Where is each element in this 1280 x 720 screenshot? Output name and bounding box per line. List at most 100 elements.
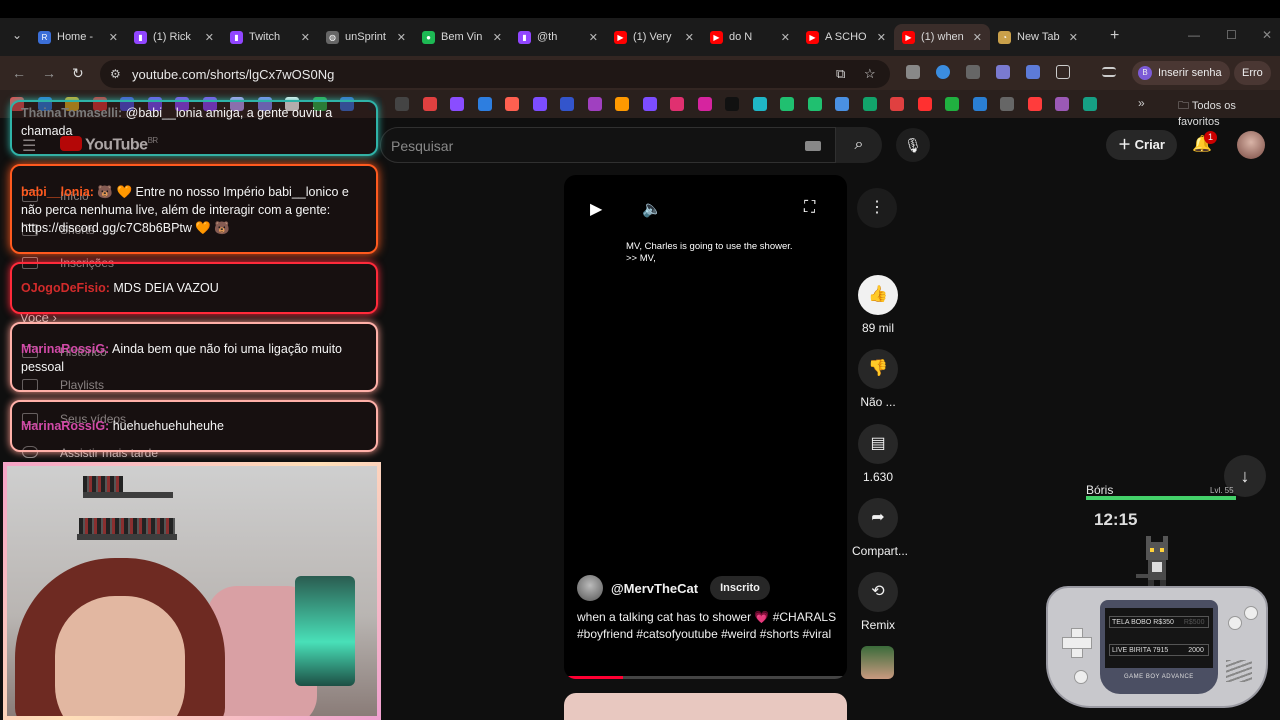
tab[interactable]: ◍ unSprint ✕ bbox=[318, 24, 414, 50]
extension-icon[interactable] bbox=[906, 65, 920, 79]
url-text[interactable]: youtube.com/shorts/lgCx7wOS0Ng bbox=[132, 67, 334, 82]
progress-bar[interactable] bbox=[564, 676, 847, 679]
search-box[interactable]: Pesquisar bbox=[380, 127, 836, 163]
error-button[interactable]: Erro bbox=[1234, 61, 1271, 85]
bookmark-favicon-icon[interactable] bbox=[477, 97, 492, 111]
channel-avatar[interactable] bbox=[577, 575, 603, 601]
close-tab-icon[interactable]: ✕ bbox=[973, 31, 982, 44]
share-action[interactable]: ➦ Compart... bbox=[852, 498, 908, 558]
thumbs-up-icon[interactable]: 👍 bbox=[858, 275, 898, 315]
subscribed-button[interactable]: Inscrito bbox=[710, 576, 770, 600]
search-input[interactable]: Pesquisar bbox=[391, 138, 453, 154]
new-tab-button[interactable]: + bbox=[1110, 27, 1119, 45]
bookmark-favicon-icon[interactable] bbox=[505, 97, 519, 111]
tab[interactable]: ▮ (1) Rick ✕ bbox=[126, 24, 222, 50]
extension-icon[interactable] bbox=[996, 65, 1010, 79]
like-action[interactable]: 👍 89 mil bbox=[852, 275, 904, 335]
thumbs-down-icon[interactable]: 👎 bbox=[858, 349, 898, 389]
shorts-player[interactable]: ▶ 🔈 ⛶ MV, Charles is going to use the sh… bbox=[564, 175, 847, 679]
bookmark-favicon-icon[interactable] bbox=[560, 97, 574, 111]
close-tab-icon[interactable]: ✕ bbox=[589, 31, 598, 44]
close-tab-icon[interactable]: ✕ bbox=[109, 31, 118, 44]
tab[interactable]: ▮ Twitch ✕ bbox=[222, 24, 318, 50]
bookmark-favicon-icon[interactable] bbox=[890, 97, 904, 111]
reload-icon[interactable]: ↻ bbox=[72, 65, 84, 82]
bookmark-favicon-icon[interactable] bbox=[1082, 97, 1097, 111]
close-tab-icon[interactable]: ✕ bbox=[877, 31, 886, 44]
more-options-icon[interactable]: ⋮ bbox=[857, 188, 897, 228]
back-icon[interactable]: ← bbox=[12, 65, 26, 81]
tab[interactable]: ▶ A SCHO ✕ bbox=[798, 24, 894, 50]
minimize-icon[interactable]: — bbox=[1188, 28, 1200, 42]
dislike-action[interactable]: 👎 Não ... bbox=[852, 349, 904, 409]
tab[interactable]: ▶ (1) when ✕ bbox=[894, 24, 990, 50]
bookmark-favicon-icon[interactable] bbox=[422, 97, 437, 111]
bookmark-favicon-icon[interactable] bbox=[725, 97, 739, 111]
audio-thumbnail[interactable] bbox=[861, 646, 894, 679]
site-info-icon[interactable]: ⚙ bbox=[110, 67, 121, 81]
maximize-icon[interactable]: ☐ bbox=[1226, 28, 1237, 42]
remix-icon[interactable]: ⟲ bbox=[858, 572, 898, 612]
create-button[interactable]: ＋ Criar bbox=[1106, 130, 1177, 160]
tab[interactable]: ▶ do N ✕ bbox=[702, 24, 798, 50]
play-icon[interactable]: ▶ bbox=[590, 199, 602, 219]
close-tab-icon[interactable]: ✕ bbox=[1069, 31, 1078, 44]
tab[interactable]: ▮ @th ✕ bbox=[510, 24, 606, 50]
close-tab-icon[interactable]: ✕ bbox=[205, 31, 214, 44]
bookmark-favicon-icon[interactable] bbox=[1000, 97, 1014, 111]
short-description[interactable]: when a talking cat has to shower 💗 #CHAR… bbox=[577, 609, 839, 643]
tab[interactable]: ▶ (1) Very ✕ bbox=[606, 24, 702, 50]
bookmark-favicon-icon[interactable] bbox=[780, 97, 794, 111]
close-tab-icon[interactable]: ✕ bbox=[301, 31, 310, 44]
tab-search-chevron-icon[interactable]: ⌄ bbox=[8, 28, 26, 46]
bookmark-favicon-icon[interactable] bbox=[587, 97, 602, 111]
bookmark-favicon-icon[interactable] bbox=[395, 97, 409, 111]
remix-action[interactable]: ⟲ Remix bbox=[852, 572, 904, 632]
keyboard-icon[interactable] bbox=[805, 141, 821, 151]
extension-icon[interactable] bbox=[936, 65, 950, 79]
bookmark-favicon-icon[interactable] bbox=[670, 97, 684, 111]
close-tab-icon[interactable]: ✕ bbox=[397, 31, 406, 44]
media-controls-icon[interactable] bbox=[1102, 67, 1116, 77]
close-tab-icon[interactable]: ✕ bbox=[781, 31, 790, 44]
volume-icon[interactable]: 🔈 bbox=[642, 199, 662, 219]
bookmark-favicon-icon[interactable] bbox=[615, 97, 629, 111]
tab[interactable]: ◔ New Tab ✕ bbox=[990, 24, 1086, 50]
bookmark-favicon-icon[interactable] bbox=[835, 97, 849, 111]
more-bookmarks-icon[interactable]: » bbox=[1138, 96, 1145, 110]
bookmark-star-icon[interactable]: ☆ bbox=[864, 66, 876, 82]
bookmark-favicon-icon[interactable] bbox=[807, 97, 822, 111]
bookmark-favicon-icon[interactable] bbox=[450, 97, 464, 111]
comments-action[interactable]: ▤ 1.630 bbox=[852, 424, 904, 484]
bookmark-favicon-icon[interactable] bbox=[1027, 97, 1042, 111]
extension-icon[interactable] bbox=[1026, 65, 1040, 79]
profile-button[interactable]: B Inserir senha bbox=[1132, 61, 1230, 85]
bookmark-favicon-icon[interactable] bbox=[1055, 97, 1069, 111]
install-app-icon[interactable]: ⧉ bbox=[836, 66, 845, 82]
share-icon[interactable]: ➦ bbox=[858, 498, 898, 538]
user-avatar[interactable] bbox=[1237, 131, 1265, 159]
bookmark-favicon-icon[interactable] bbox=[642, 97, 657, 111]
bookmark-favicon-icon[interactable] bbox=[862, 97, 877, 111]
bookmark-favicon-icon[interactable] bbox=[532, 97, 547, 111]
channel-name[interactable]: @MervTheCat bbox=[611, 581, 698, 596]
forward-icon[interactable]: → bbox=[42, 65, 56, 81]
tab[interactable]: ● Bem Vin ✕ bbox=[414, 24, 510, 50]
bookmark-favicon-icon[interactable] bbox=[917, 97, 932, 111]
extensions-puzzle-icon[interactable] bbox=[1056, 65, 1070, 79]
comment-icon[interactable]: ▤ bbox=[858, 424, 898, 464]
bookmark-favicon-icon[interactable] bbox=[752, 97, 767, 111]
close-tab-icon[interactable]: ✕ bbox=[685, 31, 694, 44]
close-tab-icon[interactable]: ✕ bbox=[493, 31, 502, 44]
bookmark-favicon-icon[interactable] bbox=[697, 97, 712, 111]
omnibox[interactable]: ⚙ youtube.com/shorts/lgCx7wOS0Ng ⧉ ☆ bbox=[100, 60, 890, 88]
search-icon[interactable]: ⌕ bbox=[836, 127, 882, 163]
extension-icon[interactable] bbox=[966, 65, 980, 79]
tab[interactable]: R Home - ✕ bbox=[30, 24, 126, 50]
next-short-preview[interactable] bbox=[564, 693, 847, 720]
fullscreen-icon[interactable]: ⛶ bbox=[804, 199, 815, 217]
bookmark-favicon-icon[interactable] bbox=[945, 97, 959, 111]
bookmark-favicon-icon[interactable] bbox=[972, 97, 987, 111]
microphone-icon[interactable]: 🎙 bbox=[896, 128, 930, 162]
close-window-icon[interactable]: ✕ bbox=[1262, 28, 1272, 42]
